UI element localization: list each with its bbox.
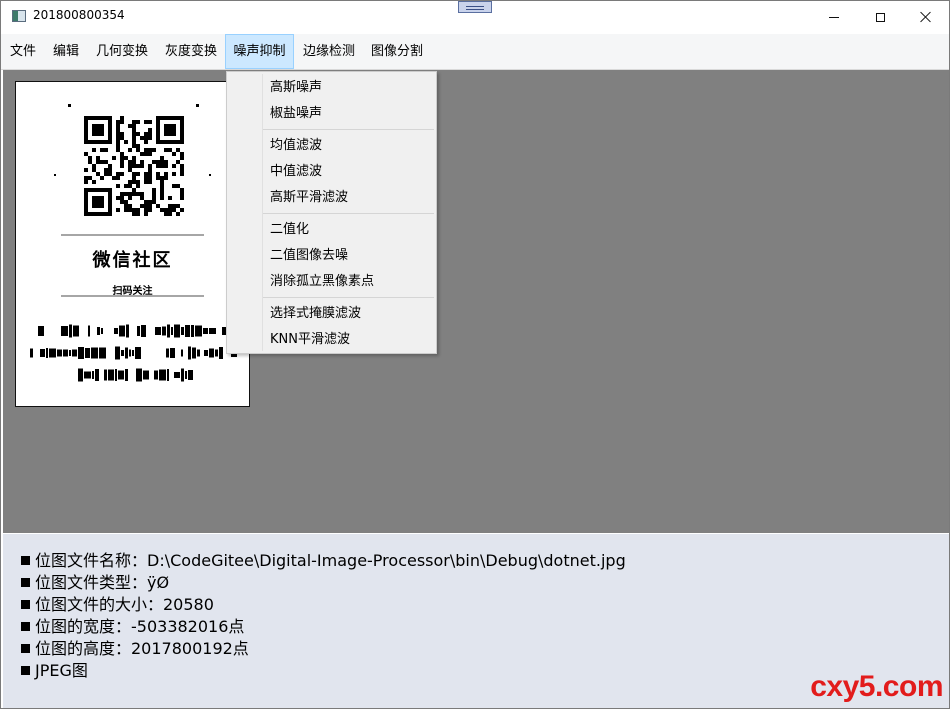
watermark-logo: cxy5.com xyxy=(810,670,943,703)
menu-image-segmentation[interactable]: 图像分割 xyxy=(364,34,430,69)
app-window: 201800800354 文件 编辑 几何变换 灰度变换 噪声抑制 边缘检测 图… xyxy=(0,0,950,709)
title-bar[interactable]: 201800800354 xyxy=(1,1,949,33)
dropdown-separator xyxy=(263,213,434,214)
menu-geometric-transform[interactable]: 几何变换 xyxy=(89,34,155,69)
dropdown-item-gaussian-smoothing[interactable]: 高斯平滑滤波 xyxy=(227,185,436,211)
maximize-icon xyxy=(875,12,885,22)
dropdown-item-binary-denoise[interactable]: 二值图像去噪 xyxy=(227,243,436,269)
menu-edge-detection[interactable]: 边缘检测 xyxy=(296,34,362,69)
menu-file[interactable]: 文件 xyxy=(3,34,43,69)
dropdown-item-knn-smoothing[interactable]: KNN平滑滤波 xyxy=(227,327,436,353)
info-line-format: JPEG图 xyxy=(21,657,88,681)
bullet-icon xyxy=(21,666,30,675)
menu-edit[interactable]: 编辑 xyxy=(45,34,87,69)
bitmap-info-panel: 位图文件名称：D:\CodeGitee\Digital-Image-Proces… xyxy=(3,534,949,708)
dropdown-item-salt-pepper-noise[interactable]: 椒盐噪声 xyxy=(227,101,436,127)
dropdown-item-median-filter[interactable]: 中值滤波 xyxy=(227,159,436,185)
info-line-height: 位图的高度：2017800192点 xyxy=(21,635,249,659)
image-caption-sub: 扫码关注 xyxy=(112,286,153,297)
bullet-icon xyxy=(21,578,30,587)
dropdown-item-gaussian-noise[interactable]: 高斯噪声 xyxy=(227,75,436,101)
maximize-button[interactable] xyxy=(857,1,903,33)
bullet-icon xyxy=(21,556,30,565)
dropdown-item-mean-filter[interactable]: 均值滤波 xyxy=(227,133,436,159)
loaded-image: 微信社区 扫码关注 xyxy=(15,81,250,407)
image-caption-main: 微信社区 xyxy=(92,250,173,271)
info-line-filename: 位图文件名称：D:\CodeGitee\Digital-Image-Proces… xyxy=(21,547,626,571)
menu-gray-transform[interactable]: 灰度变换 xyxy=(158,34,224,69)
image-canvas[interactable]: 微信社区 扫码关注 xyxy=(3,70,949,533)
info-line-filetype: 位图文件类型：ÿØ xyxy=(21,569,169,593)
minimize-icon xyxy=(829,16,839,18)
dropdown-item-binarize[interactable]: 二值化 xyxy=(227,217,436,243)
app-icon xyxy=(12,10,26,22)
drag-grip-icon[interactable] xyxy=(458,1,492,13)
close-icon xyxy=(920,11,932,23)
bullet-icon xyxy=(21,600,30,609)
dropdown-separator xyxy=(263,297,434,298)
menu-bar: 文件 编辑 几何变换 灰度变换 噪声抑制 边缘检测 图像分割 xyxy=(1,34,949,70)
minimize-button[interactable] xyxy=(811,1,857,33)
noise-suppression-dropdown: 高斯噪声 椒盐噪声 均值滤波 中值滤波 高斯平滑滤波 二值化 二值图像去噪 消除… xyxy=(226,71,437,354)
dropdown-item-remove-isolated-pixels[interactable]: 消除孤立黑像素点 xyxy=(227,269,436,295)
dropdown-item-selective-mask-filter[interactable]: 选择式掩膜滤波 xyxy=(227,301,436,327)
info-line-width: 位图的宽度：-503382016点 xyxy=(21,613,244,637)
bullet-icon xyxy=(21,644,30,653)
menu-noise-suppression[interactable]: 噪声抑制 xyxy=(225,34,294,69)
info-line-filesize: 位图文件的大小：20580 xyxy=(21,591,214,615)
image-text-block xyxy=(30,324,237,382)
window-title: 201800800354 xyxy=(33,8,125,22)
dropdown-separator xyxy=(263,129,434,130)
close-button[interactable] xyxy=(903,1,949,33)
bullet-icon xyxy=(21,622,30,631)
